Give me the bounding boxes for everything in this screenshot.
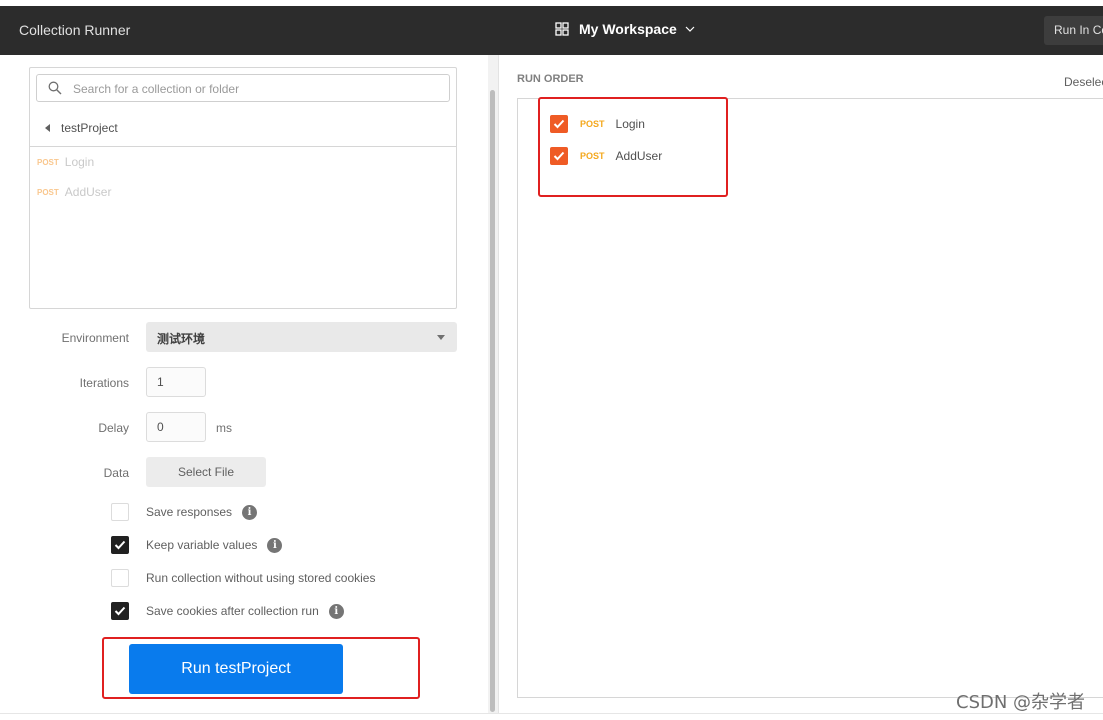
app-title: Collection Runner (19, 22, 131, 38)
highlight-box-run-order (538, 97, 728, 197)
request-name: Login (64, 155, 95, 169)
select-file-button[interactable]: Select File (146, 457, 266, 487)
environment-value: 测试环境 (157, 332, 206, 346)
save-responses-checkbox[interactable] (111, 503, 129, 521)
deselect-all-link[interactable]: Deselect (1064, 75, 1103, 89)
delay-field[interactable] (146, 412, 206, 442)
back-caret-icon[interactable] (45, 124, 50, 132)
chevron-down-icon (685, 26, 695, 32)
run-order-title: RUN ORDER (517, 73, 584, 85)
checkmark-icon (114, 540, 126, 550)
workspace-switcher[interactable]: My Workspace (555, 21, 705, 37)
scrollbar-thumb[interactable] (490, 90, 495, 712)
delay-unit: ms (216, 421, 232, 435)
option-label: Save responses (146, 505, 233, 519)
delay-input[interactable] (147, 413, 205, 441)
info-icon[interactable]: i (242, 504, 258, 520)
search-input[interactable] (71, 75, 445, 103)
request-name: AddUser (64, 185, 112, 199)
workspace-grid-icon (555, 22, 569, 36)
panel-divider (498, 55, 499, 715)
delay-label: Delay (98, 421, 129, 435)
search-icon (48, 81, 62, 95)
save-cookies-checkbox[interactable] (111, 602, 129, 620)
watermark: CSDN @杂学者 (956, 692, 1086, 713)
option-label: Save cookies after collection run (146, 604, 319, 618)
iterations-field[interactable] (146, 367, 206, 397)
keep-variable-values-checkbox[interactable] (111, 536, 129, 554)
workspace-name: My Workspace (579, 21, 677, 37)
request-method: POST (37, 187, 59, 197)
title-bar: Collection Runner My Workspace Run In Co (0, 6, 1103, 55)
checkmark-icon (114, 606, 126, 616)
environment-label: Environment (61, 331, 129, 345)
highlight-box-run (102, 637, 420, 699)
collection-header[interactable]: testProject (30, 112, 456, 147)
info-icon[interactable]: i (267, 537, 283, 553)
request-item-login[interactable]: POST Login (37, 155, 94, 169)
collection-name: testProject (61, 121, 118, 135)
dropdown-arrow-icon (437, 335, 445, 340)
run-in-button[interactable]: Run In Co (1044, 16, 1103, 45)
option-save-cookies[interactable]: Save cookies after collection run i (111, 602, 344, 620)
option-label: Run collection without using stored cook… (146, 571, 376, 585)
no-stored-cookies-checkbox[interactable] (111, 569, 129, 587)
option-save-responses[interactable]: Save responses i (111, 503, 258, 521)
search-box (36, 74, 450, 103)
collection-browser: testProject POST Login POST AddUser (29, 67, 457, 309)
environment-select[interactable]: 测试环境 (146, 322, 457, 352)
request-method: POST (37, 157, 59, 167)
request-item-adduser[interactable]: POST AddUser (37, 185, 111, 199)
option-no-stored-cookies[interactable]: Run collection without using stored cook… (111, 569, 375, 587)
data-label: Data (103, 466, 129, 480)
option-label: Keep variable values (146, 538, 258, 552)
info-icon[interactable]: i (328, 603, 344, 619)
option-keep-variable-values[interactable]: Keep variable values i (111, 536, 283, 554)
iterations-label: Iterations (79, 376, 129, 390)
iterations-input[interactable] (147, 368, 205, 396)
